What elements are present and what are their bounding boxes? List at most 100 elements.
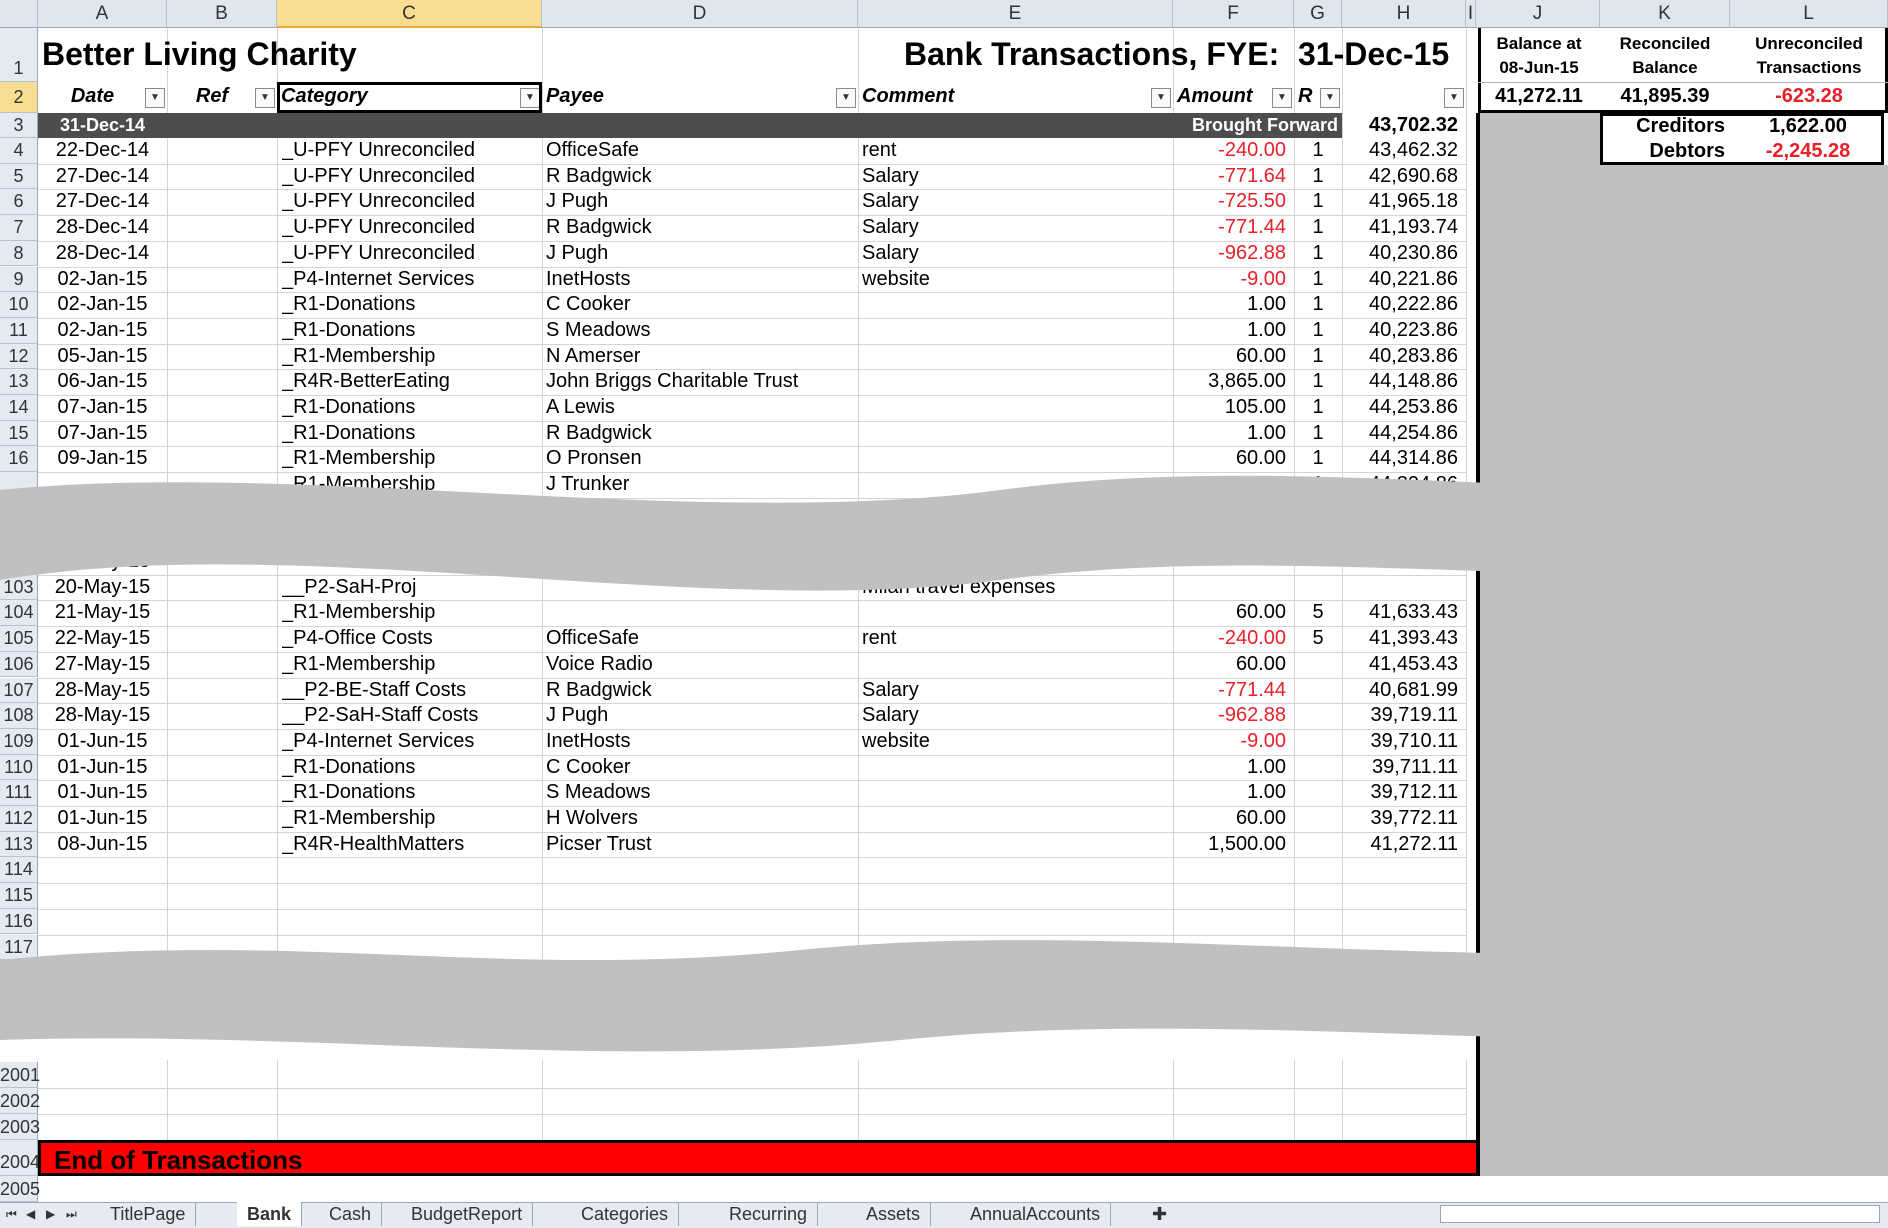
cell-date[interactable]: 02-Jan-15 <box>38 292 167 317</box>
cell-payee[interactable]: R Badgwick <box>546 678 856 703</box>
sheet-tab-bank[interactable]: Bank <box>237 1202 303 1226</box>
row-header[interactable]: 16 <box>0 446 38 473</box>
cell-category[interactable]: _U-PFY Unreconciled <box>282 138 542 163</box>
cell-payee[interactable]: J Pugh <box>546 703 856 728</box>
row-header[interactable]: 107 <box>0 677 38 704</box>
horizontal-scrollbar[interactable] <box>1440 1205 1880 1223</box>
cell-comment[interactable]: Salary <box>862 164 1172 189</box>
cell-category[interactable]: _R1-Donations <box>282 780 542 805</box>
cell-payee[interactable]: R Badgwick <box>546 164 856 189</box>
cell-date[interactable]: 27-May-15 <box>38 652 167 677</box>
cell-amount[interactable]: 1.00 <box>1173 755 1294 780</box>
cell-payee[interactable]: J Pugh <box>546 241 856 266</box>
cell-comment[interactable] <box>862 806 1172 831</box>
cell-category[interactable]: _U-PFY Unreconciled <box>282 215 542 240</box>
cell-amount[interactable] <box>1173 857 1294 882</box>
cell-date[interactable]: 05-Jan-15 <box>38 344 167 369</box>
cell-amount[interactable]: -725.50 <box>1173 189 1294 214</box>
cell-amount[interactable]: 1.00 <box>1173 318 1294 343</box>
cell-reconciled[interactable] <box>1294 780 1342 805</box>
select-all-corner[interactable] <box>0 0 38 28</box>
cell-category[interactable]: _R1-Donations <box>282 421 542 446</box>
column-header-g[interactable]: G <box>1294 0 1342 28</box>
row-header[interactable]: 115 <box>0 883 38 909</box>
cell-payee[interactable]: Voice Radio <box>546 652 856 677</box>
sheet-nav-icon[interactable]: ⏮ <box>6 1202 17 1226</box>
cell-payee[interactable]: Picser Trust <box>546 832 856 857</box>
cell-reconciled[interactable]: 1 <box>1294 369 1342 394</box>
cell-comment[interactable] <box>862 344 1172 369</box>
filter-dropdown-icon[interactable]: ▼ <box>145 88 165 108</box>
sheet-tab-cash[interactable]: Cash <box>319 1202 383 1226</box>
cell-amount[interactable]: 60.00 <box>1173 652 1294 677</box>
cell-reconciled[interactable]: 1 <box>1294 189 1342 214</box>
row-header[interactable]: 113 <box>0 831 38 858</box>
cell-payee[interactable]: N Amerser <box>546 344 856 369</box>
cell-amount[interactable]: 60.00 <box>1173 344 1294 369</box>
cell-comment[interactable]: Salary <box>862 215 1172 240</box>
row-header[interactable]: 106 <box>0 651 38 678</box>
column-header-d[interactable]: D <box>542 0 858 28</box>
row-header[interactable]: 109 <box>0 728 38 755</box>
filter-dropdown-icon[interactable]: ▼ <box>1320 88 1340 108</box>
cell-category[interactable] <box>282 883 542 908</box>
cell-comment[interactable] <box>862 780 1172 805</box>
cell-date[interactable]: 01-Jun-15 <box>38 780 167 805</box>
cell-payee[interactable]: R Badgwick <box>546 215 856 240</box>
row-header[interactable]: 9 <box>0 266 38 293</box>
cell-date[interactable]: 28-Dec-14 <box>38 215 167 240</box>
row-header[interactable]: 4 <box>0 138 38 164</box>
cell-category[interactable]: _R4R-HealthMatters <box>282 832 542 857</box>
cell-reconciled[interactable]: 1 <box>1294 138 1342 163</box>
cell-reconciled[interactable] <box>1294 652 1342 677</box>
column-header-f[interactable]: F <box>1173 0 1294 28</box>
cell-reconciled[interactable] <box>1294 832 1342 857</box>
cell-date[interactable]: 06-Jan-15 <box>38 369 167 394</box>
cell-category[interactable]: _R1-Membership <box>282 806 542 831</box>
cell-category[interactable]: _P4-Office Costs <box>282 626 542 651</box>
cell-amount[interactable]: 105.00 <box>1173 395 1294 420</box>
cell-category[interactable]: _U-PFY Unreconciled <box>282 189 542 214</box>
column-header-j[interactable]: J <box>1476 0 1600 28</box>
row-header[interactable]: 8 <box>0 240 38 267</box>
cell-payee[interactable]: S Meadows <box>546 318 856 343</box>
cell-amount[interactable]: -771.44 <box>1173 215 1294 240</box>
cell-comment[interactable]: Salary <box>862 241 1172 266</box>
cell-payee[interactable]: R Badgwick <box>546 421 856 446</box>
column-header-b[interactable]: B <box>167 0 277 28</box>
cell-comment[interactable] <box>862 883 1172 908</box>
cell-reconciled[interactable] <box>1294 806 1342 831</box>
cell-amount[interactable]: 60.00 <box>1173 446 1294 471</box>
row-header[interactable]: 14 <box>0 395 38 421</box>
cell-amount[interactable] <box>1173 883 1294 908</box>
row-header[interactable]: 11 <box>0 317 38 344</box>
sheet-nav-icon[interactable]: ◀ <box>26 1202 35 1226</box>
cell-category[interactable]: _R4R-BetterEating <box>282 369 542 394</box>
row-header[interactable]: 110 <box>0 754 38 781</box>
cell-amount[interactable]: 1,500.00 <box>1173 832 1294 857</box>
cell-amount[interactable]: -962.88 <box>1173 241 1294 266</box>
cell-payee[interactable]: C Cooker <box>546 755 856 780</box>
cell-amount[interactable]: -240.00 <box>1173 138 1294 163</box>
cell-payee[interactable] <box>546 857 856 882</box>
cell-comment[interactable] <box>862 292 1172 317</box>
cell-payee[interactable]: OfficeSafe <box>546 626 856 651</box>
cell-category[interactable] <box>282 857 542 882</box>
cell-amount[interactable]: 1.00 <box>1173 292 1294 317</box>
cell-date[interactable]: 22-Dec-14 <box>38 138 167 163</box>
cell-comment[interactable]: rent <box>862 138 1172 163</box>
cell-date[interactable]: 01-Jun-15 <box>38 755 167 780</box>
row-header[interactable]: 6 <box>0 189 38 216</box>
cell-comment[interactable] <box>862 369 1172 394</box>
active-cell-c2[interactable] <box>277 82 542 113</box>
row-header[interactable]: 2004 <box>0 1140 40 1176</box>
row-header[interactable]: 2002 <box>0 1088 40 1114</box>
row-header[interactable]: 3 <box>0 113 38 138</box>
cell-category[interactable]: _R1-Donations <box>282 395 542 420</box>
insert-sheet-icon[interactable]: ✚ <box>1152 1202 1167 1226</box>
cell-date[interactable]: 27-Dec-14 <box>38 164 167 189</box>
row-header[interactable]: 111 <box>0 780 38 806</box>
cell-payee[interactable] <box>546 883 856 908</box>
cell-payee[interactable]: InetHosts <box>546 267 856 292</box>
cell-comment[interactable] <box>862 857 1172 882</box>
